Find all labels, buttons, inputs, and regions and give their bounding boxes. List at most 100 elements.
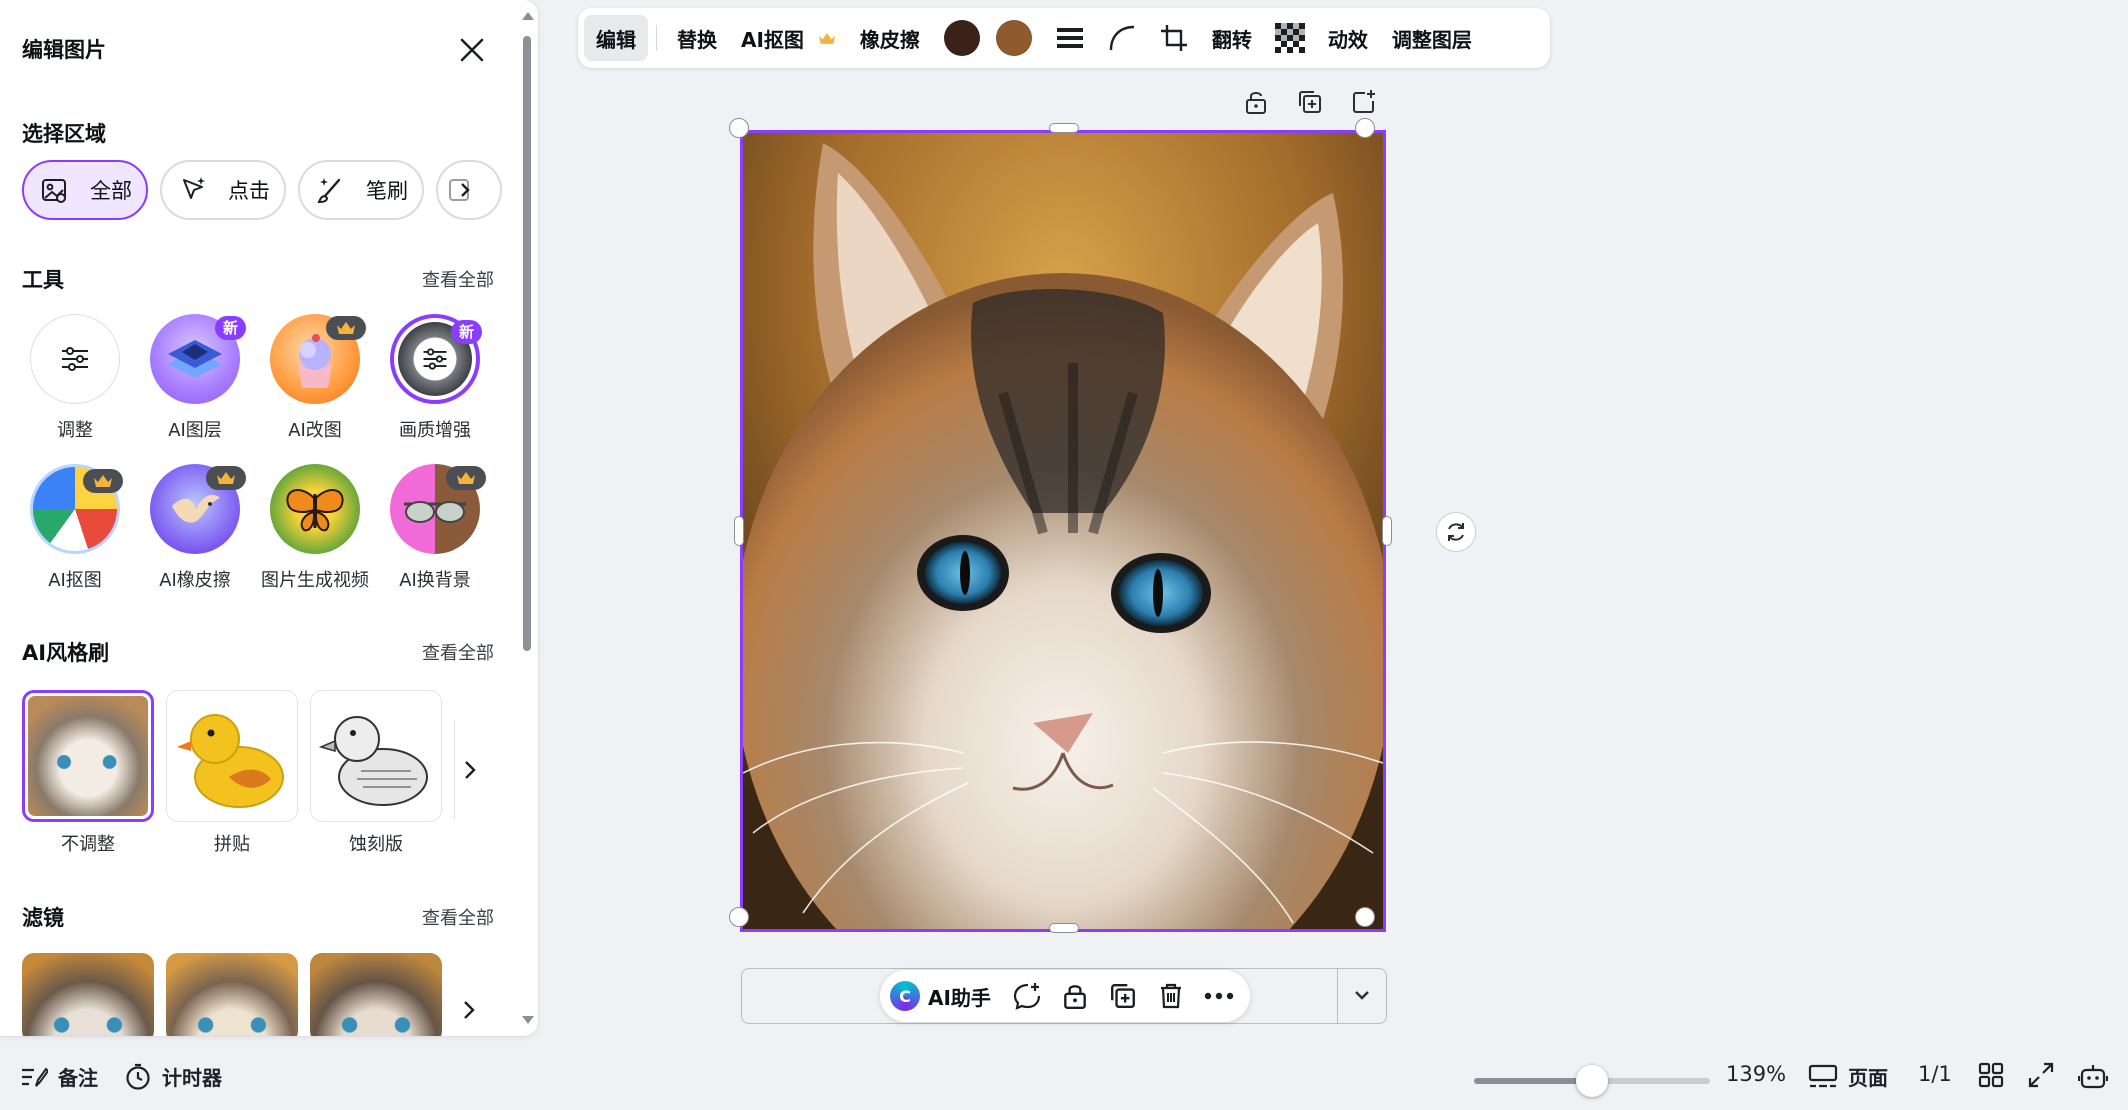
crown-badge: [326, 316, 366, 340]
zoom-level[interactable]: 139%: [1726, 1062, 1786, 1086]
color-swatch-dark-brown[interactable]: [943, 20, 980, 56]
duplicate-button[interactable]: [1294, 86, 1326, 118]
lock-element-button[interactable]: [1051, 972, 1099, 1020]
filter-next-button[interactable]: [454, 980, 484, 1036]
resize-handle-top-left[interactable]: [729, 118, 749, 138]
tool-ai-background[interactable]: AI换背景: [380, 464, 490, 592]
toolbar-ai-cutout-button[interactable]: AI抠图: [729, 15, 848, 61]
cat-photo: [743, 133, 1383, 929]
grid-view-button[interactable]: [1978, 1062, 2004, 1088]
ai-style-title: AI风格刷: [22, 641, 110, 665]
add-page-button[interactable]: [1348, 86, 1380, 118]
filters-title: 滤镜: [22, 906, 64, 930]
timer-button[interactable]: 计时器: [124, 1062, 222, 1091]
toolbar-adjust-layer-button[interactable]: 调整图层: [1380, 15, 1484, 61]
color-swatch-brown[interactable]: [995, 20, 1032, 56]
chevron-right-icon: [464, 761, 476, 779]
filter-thumbnail[interactable]: [166, 953, 298, 1036]
notes-icon: [22, 1066, 48, 1087]
lock-button[interactable]: [1240, 86, 1272, 118]
zoom-slider-knob[interactable]: [1576, 1065, 1608, 1097]
tools-see-all-link[interactable]: 查看全部: [422, 266, 494, 292]
style-label: 不调整: [61, 834, 115, 855]
toolbar-flip-button[interactable]: 翻转: [1200, 15, 1264, 61]
toolbar-ai-cutout-label: AI抠图: [741, 27, 804, 52]
scroll-down-icon[interactable]: [522, 1016, 534, 1024]
ai-style-see-all-link[interactable]: 查看全部: [422, 639, 494, 665]
tool-quality-enhance[interactable]: 新 画质增强: [380, 314, 490, 442]
filter-thumbnail[interactable]: [310, 953, 442, 1036]
filter-thumbnail[interactable]: [22, 953, 154, 1036]
comment-button[interactable]: [1003, 972, 1051, 1020]
resize-handle-top-right[interactable]: [1355, 118, 1375, 138]
toolbar-edit-button[interactable]: 编辑: [584, 15, 648, 61]
tool-ai-eraser[interactable]: AI橡皮擦: [140, 464, 250, 592]
sliders-icon: [30, 314, 120, 404]
tool-ai-cutout[interactable]: AI抠图: [20, 464, 130, 592]
resize-handle-bottom-left[interactable]: [729, 907, 749, 927]
panel-scrollbar[interactable]: [520, 12, 534, 1024]
rotate-button[interactable]: [1436, 512, 1476, 552]
cat-thumbnail: [28, 696, 148, 816]
close-button[interactable]: [452, 30, 492, 70]
corner-rounding-button[interactable]: [1096, 15, 1148, 61]
tool-label: AI换背景: [399, 570, 471, 591]
notes-button[interactable]: 备注: [20, 1062, 98, 1091]
tool-ai-edit[interactable]: AI改图: [260, 314, 370, 442]
transparency-icon: [1274, 23, 1305, 53]
toolbar-eraser-button[interactable]: 橡皮擦: [848, 15, 932, 61]
ai-assistant-button[interactable]: C AI助手: [890, 981, 991, 1011]
crop-button[interactable]: [1148, 15, 1200, 61]
style-label: 拼贴: [214, 834, 250, 855]
scroll-up-icon[interactable]: [522, 12, 534, 20]
resize-handle-bottom-right[interactable]: [1355, 907, 1375, 927]
design-page[interactable]: [740, 130, 1386, 932]
style-card-etching[interactable]: [310, 690, 442, 822]
chip-more[interactable]: [436, 160, 502, 220]
tool-ai-layers[interactable]: 新 AI图层: [140, 314, 250, 442]
chevron-right-icon: [449, 179, 470, 201]
border-style-button[interactable]: [1044, 15, 1096, 61]
ai-assistant-logo-icon: C: [890, 981, 920, 1011]
fullscreen-button[interactable]: [2028, 1062, 2054, 1088]
style-label: 蚀刻版: [349, 834, 403, 855]
delete-button[interactable]: [1147, 972, 1195, 1020]
toolbar-animate-button[interactable]: 动效: [1316, 15, 1380, 61]
more-options-button[interactable]: [1195, 972, 1243, 1020]
resize-handle-bottom[interactable]: [1049, 923, 1079, 933]
zoom-slider[interactable]: [1474, 1065, 1710, 1097]
scroll-thumb[interactable]: [523, 36, 531, 651]
panel-content: 编辑图片 选择区域 全部 点击 笔刷 工具 查看全部 调整 新 AI图层 AI改…: [0, 0, 522, 1036]
duplicate-element-button[interactable]: [1099, 972, 1147, 1020]
chip-brush[interactable]: 笔刷: [298, 160, 424, 220]
help-assistant-button[interactable]: [2078, 1062, 2108, 1092]
expand-pages-button[interactable]: [1350, 983, 1374, 1011]
transparency-button[interactable]: [1264, 15, 1316, 61]
chip-select-all[interactable]: 全部: [22, 160, 148, 220]
tool-label: 图片生成视频: [261, 570, 369, 591]
etched-duck-icon: [318, 716, 428, 806]
tool-adjust[interactable]: 调整: [20, 314, 130, 442]
cupcake-icon: [270, 314, 366, 404]
tool-label: 画质增强: [399, 420, 471, 441]
resize-handle-left[interactable]: [734, 516, 744, 546]
style-next-button[interactable]: [454, 720, 484, 820]
filters-see-all-link[interactable]: 查看全部: [422, 904, 494, 930]
style-card-no-adjust[interactable]: [22, 690, 154, 822]
chip-click[interactable]: 点击: [160, 160, 286, 220]
style-card-collage[interactable]: [166, 690, 298, 822]
unlock-icon: [1246, 92, 1266, 114]
line-weight-icon: [1056, 28, 1083, 48]
tool-label: AI橡皮擦: [159, 570, 231, 591]
crown-badge: [446, 466, 486, 490]
yellow-duck-icon: [177, 714, 284, 808]
toolbar-replace-button[interactable]: 替换: [665, 15, 729, 61]
resize-handle-top[interactable]: [1049, 123, 1079, 133]
tool-label: AI改图: [288, 420, 342, 441]
timer-label: 计时器: [162, 1066, 222, 1090]
resize-handle-right[interactable]: [1382, 516, 1392, 546]
chevron-down-icon: [1355, 991, 1369, 1000]
tool-image-to-video[interactable]: 图片生成视频: [260, 464, 370, 592]
pages-button[interactable]: 页面: [1808, 1062, 1888, 1091]
new-badge: 新: [450, 320, 482, 344]
